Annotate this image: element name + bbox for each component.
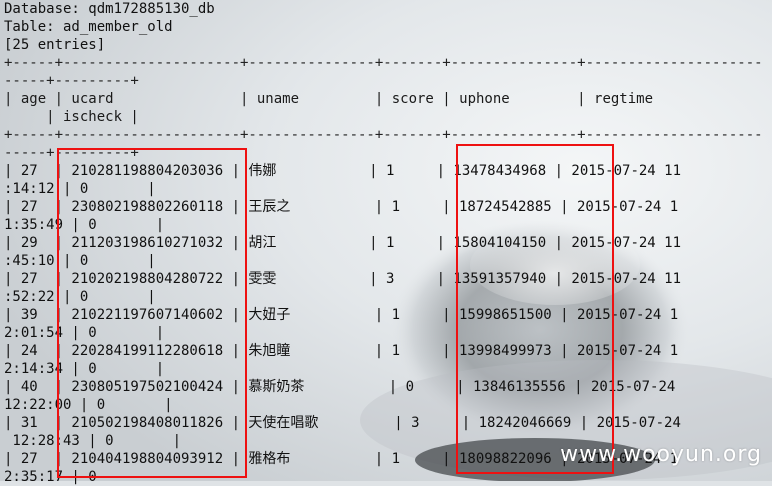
table-border-mid-a: +-----+---------------------+-----------…	[4, 127, 763, 143]
entries-count-line: [25 entries]	[4, 37, 106, 53]
watermark-text: www.wooyun.org	[560, 442, 762, 467]
database-line: Database: qdm172885130_db	[4, 1, 215, 17]
table-border-top-b: -----+---------+	[4, 73, 139, 89]
ucard-highlight-box	[57, 148, 247, 478]
table-header-line-b: | ischeck |	[4, 109, 139, 125]
uphone-highlight-box	[456, 144, 614, 474]
table-line: Table: ad_member_old	[4, 19, 173, 35]
table-border-top-a: +-----+---------------------+-----------…	[4, 55, 763, 71]
table-header-line-a: | age | ucard | uname | score | uphone |…	[4, 91, 654, 107]
